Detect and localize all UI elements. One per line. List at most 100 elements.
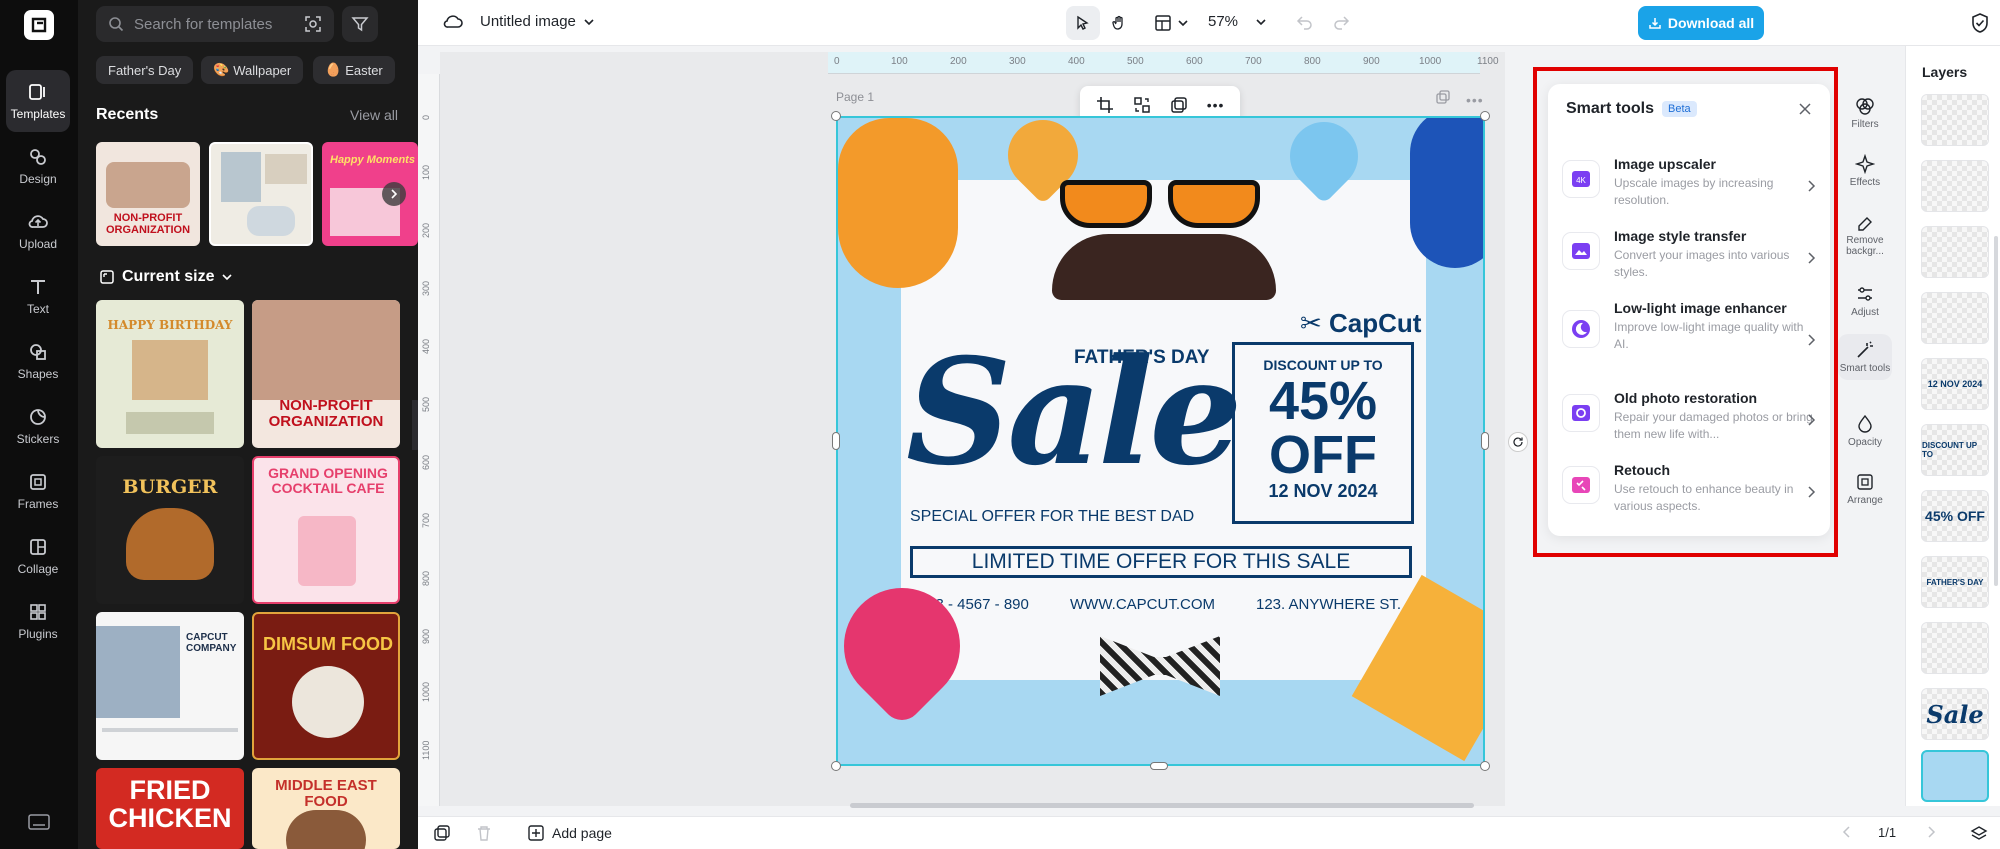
sidebar-item-collage[interactable]: Collage [6, 525, 70, 587]
prev-page-icon[interactable] [1842, 826, 1852, 838]
rotate-handle[interactable] [1508, 432, 1528, 452]
layer-item[interactable]: DISCOUNT UP TO [1921, 424, 1989, 476]
off-text: OFF [1269, 425, 1377, 485]
view-all-link[interactable]: View all [350, 107, 398, 123]
duplicate-page-icon[interactable] [1436, 90, 1450, 104]
select-tool-button[interactable] [1066, 6, 1100, 40]
layer-item[interactable]: Sale [1921, 688, 1989, 740]
replace-icon[interactable] [1133, 96, 1151, 114]
trash-icon[interactable] [476, 825, 492, 841]
layer-item-selected[interactable] [1921, 750, 1989, 802]
layer-item[interactable] [1921, 160, 1989, 212]
filter-button[interactable] [342, 6, 378, 42]
more-icon[interactable]: ••• [1207, 97, 1225, 113]
layout-dropdown[interactable] [1154, 14, 1188, 32]
horizontal-scrollbar[interactable] [850, 803, 1474, 808]
blue-balloon[interactable] [1410, 118, 1483, 268]
sidebar-item-frames[interactable]: Frames [6, 460, 70, 522]
design-artboard[interactable]: ✂ CapCut FATHER'S DAY Sale DISCOUNT UP T… [836, 116, 1485, 766]
thumb-label: NON-PROFIT ORGANIZATION [105, 212, 191, 236]
next-page-icon[interactable] [1926, 826, 1936, 838]
tool-adjust[interactable]: Adjust [1838, 284, 1892, 318]
tool-strip: Filters Effects Remove backgr... Adjust … [1838, 80, 1894, 520]
sidebar-item-upload[interactable]: Upload [6, 200, 70, 262]
zoom-dropdown[interactable]: 57% [1208, 13, 1266, 30]
capcut-logo-icon[interactable] [24, 10, 54, 40]
page-more-icon[interactable]: ••• [1466, 92, 1484, 108]
layer-item[interactable]: 45% OFF [1921, 490, 1989, 542]
capcut-brand: ✂ CapCut [1300, 308, 1421, 339]
ruler-tick: 500 [421, 396, 431, 412]
tool-remove-background[interactable]: Remove backgr... [1838, 212, 1892, 257]
cloud-save-icon[interactable] [442, 12, 464, 30]
orange-balloon[interactable] [838, 118, 958, 288]
layer-item[interactable]: FATHER'S DAY [1921, 556, 1989, 608]
copy-style-icon[interactable] [1170, 96, 1188, 114]
tool-arrange[interactable]: Arrange [1838, 472, 1892, 506]
discount-box[interactable]: DISCOUNT UP TO 45% OFF 12 NOV 2024 [1232, 342, 1414, 524]
current-size-dropdown[interactable]: Current size [100, 268, 233, 286]
sidebar-item-stickers[interactable]: Stickers [6, 395, 70, 457]
document-title-dropdown[interactable]: Untitled image [480, 13, 594, 30]
template-card[interactable]: CAPCUT COMPANY [96, 612, 244, 760]
layer-item[interactable] [1921, 292, 1989, 344]
search-input[interactable]: Search for templates [96, 6, 334, 42]
resize-handle[interactable] [1481, 432, 1489, 450]
keyboard-icon[interactable] [28, 814, 50, 830]
address-text[interactable]: 123. ANYWHERE ST. [1256, 596, 1401, 613]
resize-handle[interactable] [831, 111, 841, 121]
redo-icon[interactable] [1332, 14, 1350, 30]
mustache[interactable] [1052, 234, 1276, 300]
layer-item[interactable] [1921, 94, 1989, 146]
layer-item[interactable] [1921, 622, 1989, 674]
recent-template-thumb[interactable] [209, 142, 313, 246]
sale-text[interactable]: Sale [906, 340, 1242, 486]
template-card[interactable]: NON-PROFIT ORGANIZATION [252, 300, 400, 448]
template-card[interactable]: HAPPY BIRTHDAY [96, 300, 244, 448]
sidebar-item-templates[interactable]: Templates [6, 70, 70, 132]
sidebar-item-text[interactable]: Text [6, 265, 70, 327]
arrange-icon [1857, 474, 1873, 490]
template-card[interactable]: BURGER [96, 456, 244, 604]
sunglasses[interactable] [1060, 180, 1260, 228]
chip-fathers-day[interactable]: Father's Day [96, 56, 194, 84]
shield-check-icon[interactable] [1970, 12, 1990, 34]
special-offer-text[interactable]: SPECIAL OFFER FOR THE BEST DAD [910, 508, 1194, 526]
undo-icon[interactable] [1296, 14, 1314, 30]
image-search-icon[interactable] [304, 15, 322, 33]
website-text[interactable]: WWW.CAPCUT.COM [1070, 596, 1215, 613]
recent-template-thumb[interactable]: NON-PROFIT ORGANIZATION [96, 142, 200, 246]
ruler-tick: 400 [1068, 56, 1085, 67]
layer-item[interactable] [1921, 226, 1989, 278]
recents-next-button[interactable] [382, 182, 406, 206]
layers-toggle-icon[interactable] [1970, 825, 1988, 841]
duplicate-icon[interactable] [434, 825, 450, 841]
resize-handle[interactable] [831, 761, 841, 771]
download-all-button[interactable]: Download all [1638, 6, 1764, 40]
hand-tool-button[interactable] [1102, 6, 1136, 40]
tool-smart-tools[interactable]: Smart tools [1838, 334, 1892, 380]
add-page-button[interactable]: Add page [528, 825, 612, 841]
resize-handle[interactable] [832, 432, 840, 450]
sidebar-item-shapes[interactable]: Shapes [6, 330, 70, 392]
layer-item[interactable]: 12 NOV 2024 [1921, 358, 1989, 410]
chip-label: Wallpaper [233, 62, 292, 78]
chip-easter[interactable]: 🥚 Easter [313, 56, 395, 84]
tool-label: Adjust [1851, 307, 1879, 318]
template-card[interactable]: DIMSUM FOOD [252, 612, 400, 760]
tool-opacity[interactable]: Opacity [1838, 414, 1892, 448]
crop-icon[interactable] [1096, 96, 1114, 114]
limited-offer-text[interactable]: LIMITED TIME OFFER FOR THIS SALE [910, 546, 1412, 578]
template-card[interactable]: FRIED CHICKEN [96, 768, 244, 849]
template-card[interactable]: MIDDLE EAST FOOD [252, 768, 400, 849]
resize-handle[interactable] [1480, 761, 1490, 771]
resize-handle[interactable] [1150, 762, 1168, 770]
layers-scrollbar[interactable] [1994, 236, 1998, 586]
sidebar-item-design[interactable]: Design [6, 135, 70, 197]
resize-handle[interactable] [1480, 111, 1490, 121]
template-card[interactable]: GRAND OPENING COCKTAIL CAFE [252, 456, 400, 604]
tool-effects[interactable]: Effects [1838, 154, 1892, 188]
sidebar-item-plugins[interactable]: Plugins [6, 590, 70, 652]
tool-filters[interactable]: Filters [1838, 96, 1892, 130]
chip-wallpaper[interactable]: 🎨 Wallpaper [201, 56, 304, 84]
